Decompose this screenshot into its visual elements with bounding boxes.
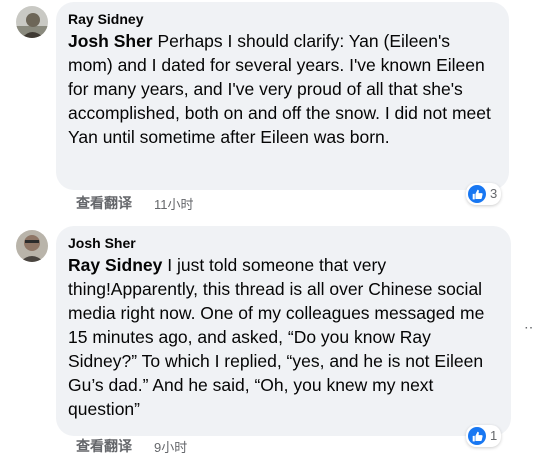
thumbs-up-icon [468, 427, 486, 445]
avatar[interactable] [16, 6, 48, 38]
reaction-summary[interactable]: 1 [466, 425, 502, 447]
see-translation-link[interactable]: 查看翻译 [76, 193, 132, 213]
comment-ray-sidney: Ray Sidney Josh Sher Perhaps I should cl… [0, 0, 534, 216]
comment-timestamp[interactable]: 11小时 [154, 194, 194, 213]
comment-actions: 查看翻译 9小时 [76, 436, 187, 456]
comment-thread: Ray Sidney Josh Sher Perhaps I should cl… [0, 0, 534, 463]
reaction-summary[interactable]: 3 [466, 183, 502, 205]
mention-link[interactable]: Ray Sidney [68, 255, 162, 275]
comment-actions: 查看翻译 11小时 [76, 193, 194, 213]
comment-text: Josh Sher Perhaps I should clarify: Yan … [68, 29, 497, 149]
reaction-count: 3 [490, 186, 498, 201]
comment-bubble: Ray Sidney Josh Sher Perhaps I should cl… [56, 2, 509, 190]
comment-author[interactable]: Ray Sidney [68, 10, 497, 28]
thumbs-up-icon [468, 185, 486, 203]
mention-link[interactable]: Josh Sher [68, 31, 153, 51]
comment-bubble: Josh Sher Ray Sidney I just told someone… [56, 226, 511, 436]
comment-body: I just told someone that very thing!Appa… [68, 255, 485, 419]
avatar[interactable] [16, 230, 48, 262]
comment-text: Ray Sidney I just told someone that very… [68, 253, 499, 421]
see-translation-link[interactable]: 查看翻译 [76, 436, 132, 456]
reaction-count: 1 [490, 428, 498, 443]
more-options-icon[interactable]: ⋯ [524, 320, 534, 334]
comment-author[interactable]: Josh Sher [68, 234, 499, 252]
comment-josh-sher: Josh Sher Ray Sidney I just told someone… [0, 224, 534, 463]
comment-timestamp[interactable]: 9小时 [154, 437, 187, 456]
